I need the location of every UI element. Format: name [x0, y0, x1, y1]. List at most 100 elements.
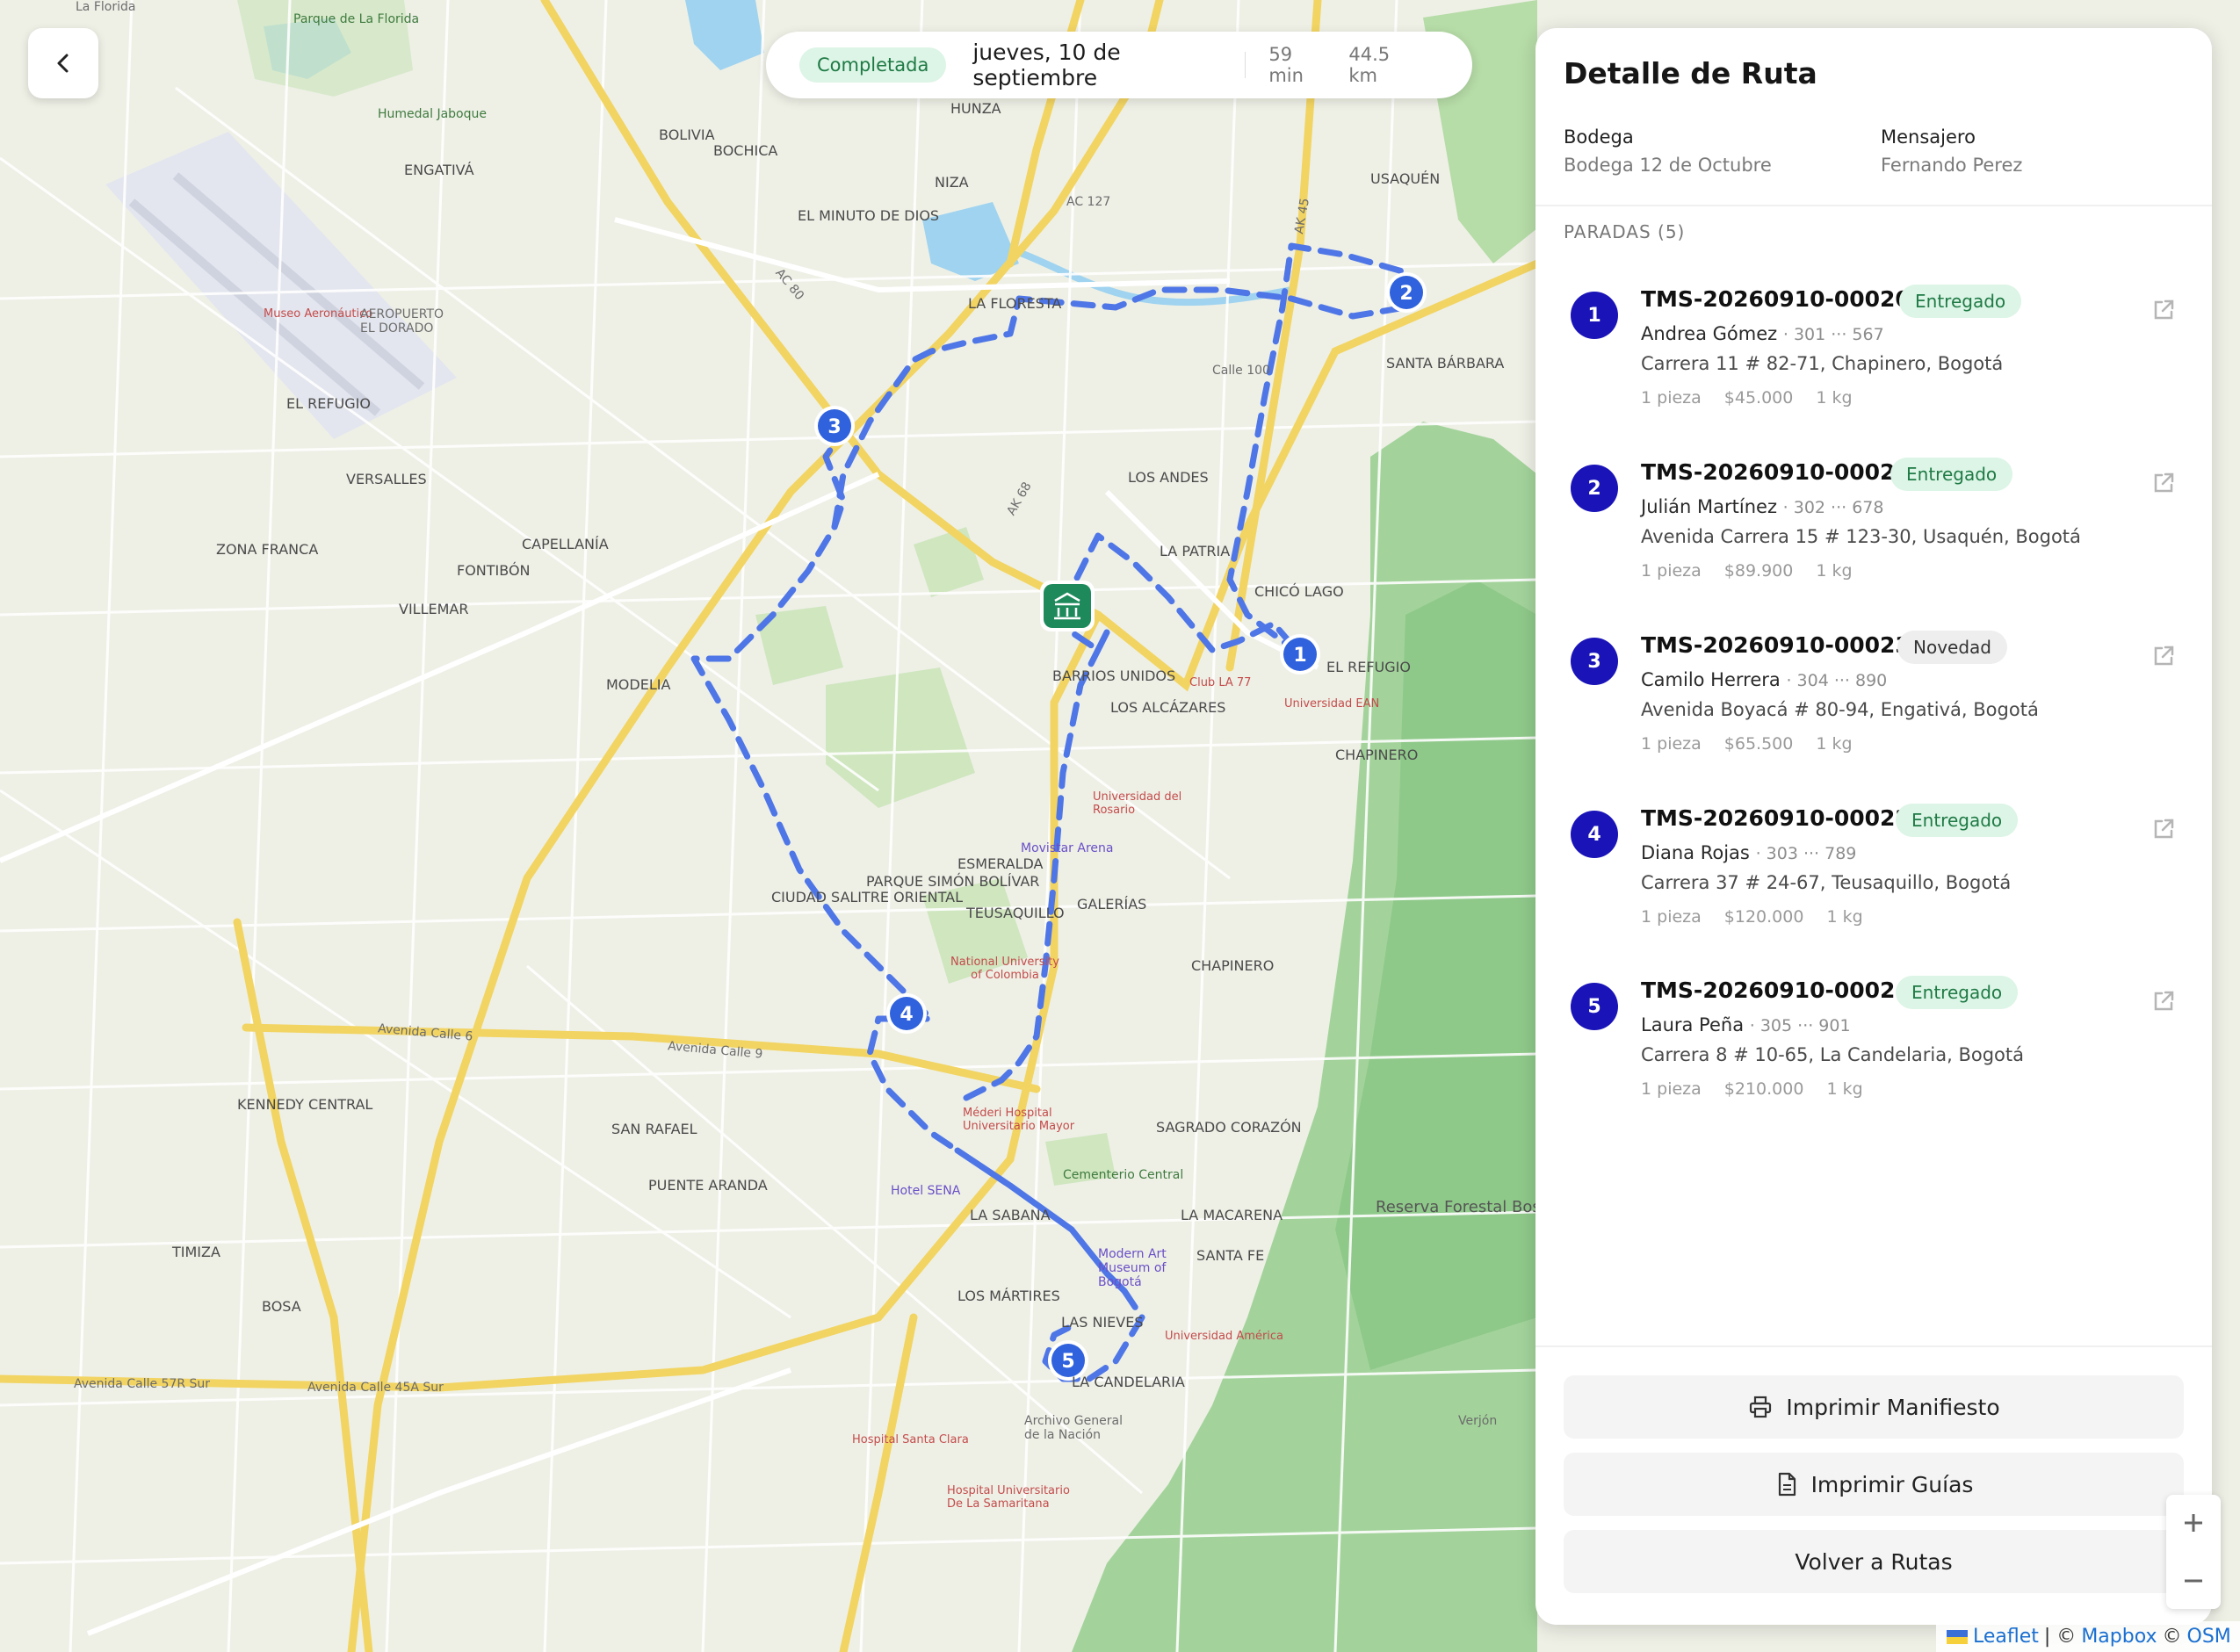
- stop-details: 1 pieza $210.000 1 kg: [1641, 1079, 1886, 1099]
- map-marker-2-label: 2: [1399, 283, 1413, 305]
- map-label: Hospital Universitario De La Samaritana: [947, 1484, 1070, 1511]
- external-link-icon[interactable]: [2150, 297, 2177, 323]
- map-label: BOLIVIA: [659, 126, 715, 143]
- print-manifest-label: Imprimir Manifiesto: [1786, 1394, 2000, 1420]
- route-distance: 44.5 km: [1348, 44, 1391, 86]
- stop-status-badge: Entregado: [1896, 804, 2019, 837]
- courier-label: Mensajero: [1881, 126, 1976, 148]
- map-label: Universidad América: [1165, 1330, 1284, 1343]
- map-label: VERSALLES: [346, 471, 427, 487]
- back-to-routes-button[interactable]: Volver a Rutas: [1564, 1530, 2184, 1593]
- map-label: Archivo General de la Nación: [1024, 1414, 1123, 1442]
- stop-item-5[interactable]: 5 TMS-20260910-00024 Entregado Laura Peñ…: [1535, 970, 2212, 1137]
- stop-address: Avenida Boyacá # 80-94, Engativá, Bogotá: [1641, 699, 2039, 720]
- map-marker-4-label: 4: [900, 1004, 913, 1026]
- stop-item-4[interactable]: 4 TMS-20260910-00022 Entregado Diana Roj…: [1535, 798, 2212, 965]
- map-label: Universidad del Rosario: [1093, 790, 1182, 817]
- back-button[interactable]: [28, 28, 98, 98]
- external-link-icon[interactable]: [2150, 816, 2177, 842]
- stop-number-badge: 1: [1571, 292, 1618, 339]
- stop-address: Avenida Carrera 15 # 123-30, Usaquén, Bo…: [1641, 526, 2081, 547]
- print-guides-label: Imprimir Guías: [1810, 1471, 1974, 1497]
- map-label: LOS MÁRTIRES: [957, 1288, 1060, 1304]
- external-link-icon[interactable]: [2150, 988, 2177, 1014]
- chevron-left-icon: [57, 54, 69, 73]
- osm-link[interactable]: OSM: [2187, 1626, 2231, 1648]
- map-marker-5-label: 5: [1061, 1351, 1074, 1373]
- map-label: HUNZA: [950, 100, 1001, 117]
- map-marker-1[interactable]: 1: [1280, 634, 1320, 675]
- map-label: NIZA: [935, 174, 969, 191]
- map-label: MODELIA: [606, 676, 671, 693]
- recipient-phone: · 301 ··· 567: [1782, 325, 1884, 344]
- stop-tracking-id: TMS-20260910-00022: [1641, 805, 1911, 831]
- map-label: SANTA FE: [1196, 1247, 1265, 1264]
- map-label: AC 127: [1066, 195, 1111, 209]
- map-label: Verjón: [1458, 1414, 1498, 1428]
- stop-price: $210.000: [1723, 1079, 1804, 1099]
- map-label: SAN RAFAEL: [611, 1121, 697, 1137]
- map-label: ESMERALDA: [957, 855, 1044, 872]
- map-label: Universidad EAN: [1284, 697, 1380, 711]
- map-label: BOSA: [262, 1298, 301, 1315]
- stop-weight: 1 kg: [1816, 388, 1853, 408]
- map-label: AEROPUERTO EL DORADO: [360, 307, 444, 335]
- stop-status-badge: Entregado: [1896, 976, 2019, 1009]
- recipient-phone: · 304 ··· 890: [1786, 671, 1888, 690]
- map-label: Humedal Jaboque: [378, 107, 487, 121]
- stop-number-badge: 5: [1571, 983, 1618, 1030]
- stop-item-2[interactable]: 2 TMS-20260910-00021 Entregado Julián Ma…: [1535, 452, 2212, 619]
- map-label: SAGRADO CORAZÓN: [1156, 1119, 1302, 1136]
- map-label: Movistar Arena: [1021, 841, 1114, 855]
- attribution-separator: ©: [2162, 1626, 2182, 1648]
- map-label: EL REFUGIO: [1326, 659, 1411, 675]
- map-label: ENGATIVÁ: [404, 162, 474, 178]
- map-label: CHAPINERO: [1335, 747, 1419, 763]
- stop-status-badge: Novedad: [1897, 631, 2007, 664]
- map-label: Modern Art Museum of Bogotá: [1098, 1247, 1167, 1289]
- stop-status-badge: Entregado: [1899, 285, 2022, 318]
- external-link-icon[interactable]: [2150, 643, 2177, 669]
- warehouse-value: Bodega 12 de Octubre: [1564, 155, 1772, 176]
- recipient-name: Camilo Herrera: [1641, 669, 1781, 690]
- mapbox-link[interactable]: Mapbox: [2081, 1626, 2157, 1648]
- stop-details: 1 pieza $120.000 1 kg: [1641, 907, 1886, 927]
- map-label: LOS ANDES: [1128, 469, 1209, 486]
- map-marker-4[interactable]: 4: [886, 993, 927, 1034]
- stop-pieces: 1 pieza: [1641, 907, 1702, 927]
- back-to-routes-label: Volver a Rutas: [1795, 1548, 1953, 1575]
- map-marker-2[interactable]: 2: [1386, 272, 1427, 313]
- stop-details: 1 pieza $89.900 1 kg: [1641, 561, 1875, 581]
- zoom-in-button[interactable]: [2166, 1495, 2221, 1551]
- panel-divider: [1535, 1345, 2212, 1347]
- map-label: Club LA 77: [1189, 676, 1252, 689]
- stop-item-1[interactable]: 1 TMS-20260910-00020 Entregado Andrea Gó…: [1535, 279, 2212, 446]
- print-guides-button[interactable]: Imprimir Guías: [1564, 1453, 2184, 1516]
- stop-weight: 1 kg: [1826, 1079, 1863, 1099]
- plus-icon: [2185, 1514, 2202, 1532]
- map-label: VILLEMAR: [399, 601, 469, 617]
- stop-details: 1 pieza $65.500 1 kg: [1641, 734, 1875, 754]
- leaflet-link[interactable]: Leaflet: [1973, 1626, 2039, 1648]
- route-status-badge: Completada: [799, 47, 947, 83]
- print-manifest-button[interactable]: Imprimir Manifiesto: [1564, 1375, 2184, 1439]
- panel-title: Detalle de Ruta: [1564, 56, 1817, 90]
- map-label: National University of Colombia: [950, 956, 1059, 982]
- zoom-out-button[interactable]: [2166, 1553, 2221, 1609]
- zoom-controls: [2166, 1495, 2221, 1609]
- map-label: CHAPINERO: [1191, 957, 1275, 974]
- map-label: Avenida Calle 45A Sur: [307, 1381, 444, 1395]
- stop-tracking-id: TMS-20260910-00023: [1641, 632, 1911, 658]
- map-label: LA CANDELARIA: [1072, 1374, 1185, 1390]
- map-label: BOCHICA: [713, 142, 778, 159]
- map-marker-3[interactable]: 3: [814, 406, 855, 446]
- stop-tracking-id: TMS-20260910-00024: [1641, 977, 1911, 1003]
- stop-weight: 1 kg: [1826, 907, 1863, 927]
- stop-item-3[interactable]: 3 TMS-20260910-00023 Novedad Camilo Herr…: [1535, 625, 2212, 792]
- map-label: LA FLORESTA: [968, 295, 1062, 312]
- map-label: Parque de La Florida: [293, 12, 420, 26]
- warehouse-marker[interactable]: [1040, 581, 1095, 631]
- external-link-icon[interactable]: [2150, 470, 2177, 496]
- stop-tracking-id: TMS-20260910-00020: [1641, 286, 1911, 312]
- map-label: GALERÍAS: [1077, 896, 1147, 913]
